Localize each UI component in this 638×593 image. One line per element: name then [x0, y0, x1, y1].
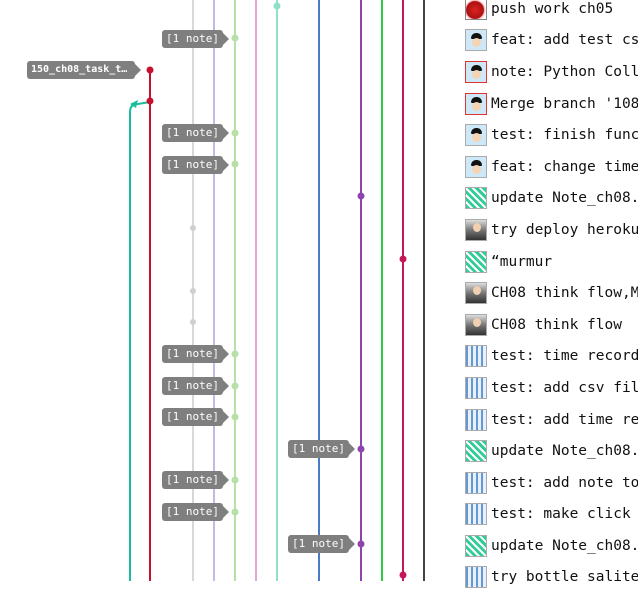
commit-dot[interactable] — [231, 129, 239, 137]
face-icon — [465, 124, 487, 147]
commit-message: feat: add test cs — [491, 32, 638, 49]
photo-icon — [465, 313, 487, 336]
note-tag[interactable]: [1 note] — [288, 535, 355, 553]
photo-icon — [465, 218, 487, 241]
commit-message: note: Python Coll — [491, 63, 638, 80]
commit-row[interactable]: CH08 think flow — [462, 309, 638, 341]
commit-message: test: make click — [491, 506, 631, 523]
pattern-icon — [465, 376, 487, 399]
commit-dot[interactable] — [231, 34, 239, 42]
apple-icon — [465, 0, 487, 20]
commit-message: try bottle salite — [491, 569, 638, 586]
note-tag[interactable]: [1 note] — [162, 30, 229, 48]
pattern-icon — [465, 566, 487, 589]
commit-dot[interactable] — [190, 319, 196, 325]
commit-row[interactable]: try bottle salite — [462, 562, 638, 593]
commit-dot[interactable] — [190, 225, 196, 231]
commit-row[interactable]: update Note_ch08. — [462, 530, 638, 562]
commit-row[interactable]: test: make click — [462, 499, 638, 531]
commit-row[interactable]: feat: add test cs — [462, 25, 638, 57]
commit-dot[interactable] — [231, 382, 239, 390]
commit-message: test: time record — [491, 348, 638, 365]
commit-dot[interactable] — [273, 2, 281, 10]
pattern-icon — [465, 534, 487, 557]
commit-message: test: add csv fil — [491, 379, 638, 396]
commit-dot[interactable] — [146, 97, 154, 105]
commit-message: CH08 think flow,M — [491, 285, 638, 302]
commit-message: test: add time re — [491, 411, 638, 428]
commit-dot[interactable] — [231, 413, 239, 421]
commit-dot[interactable] — [399, 255, 407, 263]
commit-row[interactable]: test: add note to — [462, 467, 638, 499]
commit-message: update Note_ch08. — [491, 443, 638, 460]
commit-list: push work ch05 feat: add test cs note: P… — [462, 0, 638, 593]
pattern-icon — [465, 250, 487, 273]
commit-dot[interactable] — [190, 288, 196, 294]
commit-dot[interactable] — [399, 571, 407, 579]
commit-row[interactable]: note: Python Coll — [462, 56, 638, 88]
face-icon — [465, 92, 487, 115]
commit-dot[interactable] — [231, 160, 239, 168]
commit-row[interactable]: update Note_ch08. — [462, 435, 638, 467]
note-tag[interactable]: [1 note] — [162, 377, 229, 395]
commit-dot[interactable] — [357, 540, 365, 548]
note-tag[interactable]: [1 note] — [162, 408, 229, 426]
note-tag[interactable]: [1 note] — [288, 440, 355, 458]
commit-message: update Note_ch08. — [491, 190, 638, 207]
commit-row[interactable]: test: time record — [462, 341, 638, 373]
face-icon — [465, 155, 487, 178]
face-icon — [465, 60, 487, 83]
note-tag[interactable]: [1 note] — [162, 124, 229, 142]
commit-row[interactable]: “murmur — [462, 246, 638, 278]
commit-row[interactable]: CH08 think flow,M — [462, 277, 638, 309]
note-tag[interactable]: [1 note] — [162, 503, 229, 521]
commit-row[interactable]: try deploy heroku — [462, 214, 638, 246]
commit-dot[interactable] — [231, 350, 239, 358]
commit-row[interactable]: test: add csv fil — [462, 372, 638, 404]
note-tag[interactable]: [1 note] — [162, 156, 229, 174]
commit-dot[interactable] — [357, 192, 365, 200]
branch-tag[interactable]: 150_ch08_task_t… — [27, 61, 141, 79]
commit-message: test: finish func — [491, 127, 638, 144]
commit-row[interactable]: push work ch05 — [462, 0, 638, 25]
commit-message: test: add note to — [491, 474, 638, 491]
commit-message: update Note_ch08. — [491, 537, 638, 554]
commit-row[interactable]: Merge branch '108 — [462, 88, 638, 120]
commit-dot[interactable] — [146, 66, 154, 74]
pattern-icon — [465, 503, 487, 526]
photo-icon — [465, 282, 487, 305]
commit-dot[interactable] — [231, 508, 239, 516]
face-icon — [465, 29, 487, 52]
commit-message: push work ch05 — [491, 0, 614, 17]
pattern-icon — [465, 408, 487, 431]
commit-row[interactable]: feat: change time — [462, 151, 638, 183]
commit-message: feat: change time — [491, 158, 638, 175]
commit-message: “murmur — [491, 253, 553, 270]
pattern-icon — [465, 187, 487, 210]
merge-line-teal — [129, 101, 151, 581]
commit-row[interactable]: update Note_ch08. — [462, 183, 638, 215]
pattern-icon — [465, 345, 487, 368]
commit-dot[interactable] — [231, 476, 239, 484]
note-tag[interactable]: [1 note] — [162, 345, 229, 363]
commit-row[interactable]: test: finish func — [462, 119, 638, 151]
pattern-icon — [465, 440, 487, 463]
commit-row[interactable]: test: add time re — [462, 404, 638, 436]
note-tag[interactable]: [1 note] — [162, 471, 229, 489]
commit-message: Merge branch '108 — [491, 95, 638, 112]
pattern-icon — [465, 471, 487, 494]
commit-dot[interactable] — [357, 445, 365, 453]
commit-message: CH08 think flow — [491, 316, 622, 333]
commit-message: try deploy heroku — [491, 221, 638, 238]
